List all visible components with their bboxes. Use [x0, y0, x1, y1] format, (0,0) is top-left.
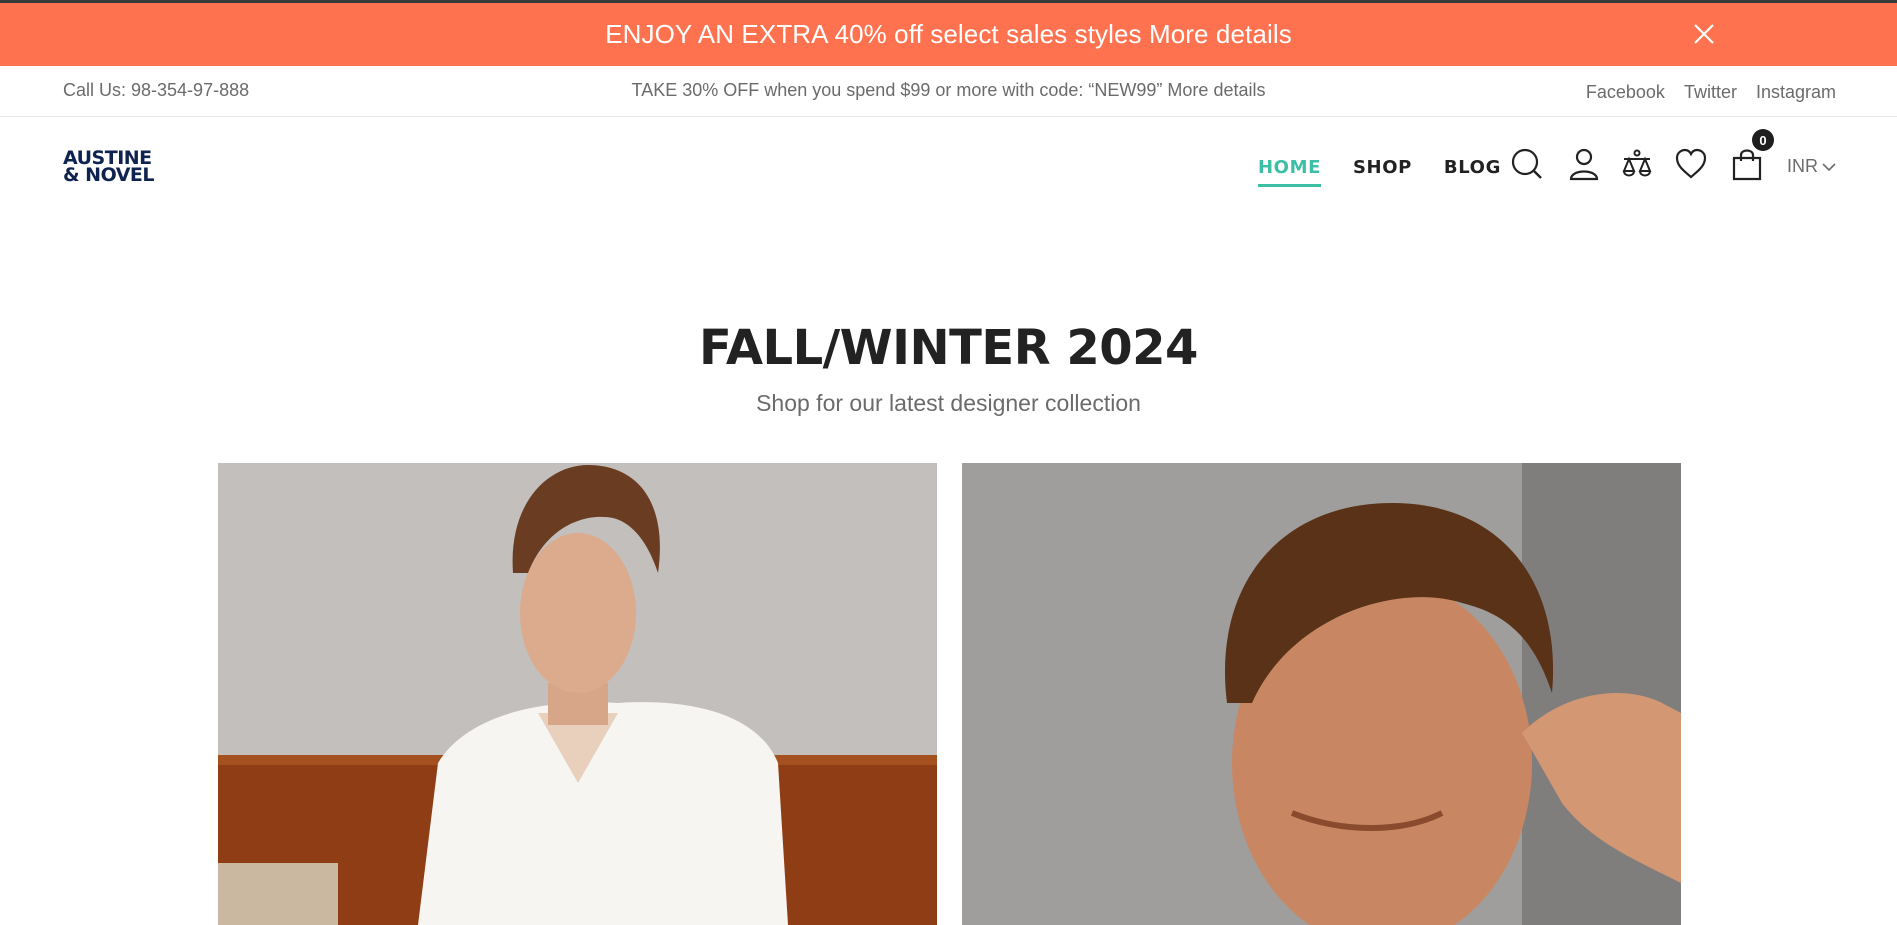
instagram-link[interactable]: Instagram: [1756, 82, 1836, 103]
compare-icon[interactable]: [1620, 147, 1654, 181]
chevron-down-icon: [1822, 156, 1836, 177]
info-bar: Call Us: 98-354-97-888 TAKE 30% OFF when…: [0, 66, 1897, 117]
wishlist-icon[interactable]: [1674, 147, 1708, 181]
promo-text[interactable]: ENJOY AN EXTRA 40% off select sales styl…: [605, 19, 1292, 50]
twitter-link[interactable]: Twitter: [1684, 82, 1737, 103]
hero-subtitle: Shop for our latest designer collection: [756, 390, 1141, 416]
model-photo-1: [218, 463, 937, 925]
currency-selector[interactable]: INR: [1787, 156, 1836, 177]
account-icon[interactable]: [1567, 147, 1601, 181]
cart-count-badge: 0: [1752, 129, 1774, 151]
close-icon[interactable]: [1691, 21, 1717, 47]
collection-image-2[interactable]: [962, 463, 1681, 925]
header-icons: [0, 147, 1897, 187]
promo-banner: ENJOY AN EXTRA 40% off select sales styl…: [0, 3, 1897, 66]
cart-icon[interactable]: [1730, 147, 1764, 181]
currency-label: INR: [1787, 156, 1818, 176]
facebook-link[interactable]: Facebook: [1586, 82, 1665, 103]
social-links: Facebook Twitter Instagram: [1586, 82, 1836, 103]
model-photo-2: [962, 463, 1681, 925]
search-icon[interactable]: [1510, 147, 1544, 181]
hero-title: FALL/WINTER 2024: [699, 320, 1198, 376]
site-header: AUSTINE & NOVEL HOME SHOP BLOG 0 INR: [0, 117, 1897, 217]
collection-image-1[interactable]: [218, 463, 937, 925]
